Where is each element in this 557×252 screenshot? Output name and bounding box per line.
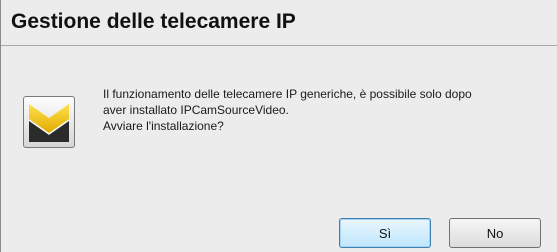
dialog-title: Gestione delle telecamere IP — [11, 10, 296, 33]
title-divider — [1, 45, 557, 46]
message-line: aver installato IPCamSourceVideo. — [103, 103, 289, 117]
dialog-window: Gestione delle telecamere IP Il funziona… — [0, 0, 557, 252]
yes-button[interactable]: Sì — [339, 218, 431, 248]
setup-logo-graphic — [28, 104, 70, 142]
message-line: Avviare l'installazione? — [103, 119, 224, 133]
no-button[interactable]: No — [449, 218, 541, 248]
setup-logo-icon — [23, 96, 75, 148]
dialog-message: Il funzionamento delle telecamere IP gen… — [103, 86, 472, 134]
message-line: Il funzionamento delle telecamere IP gen… — [103, 87, 472, 101]
